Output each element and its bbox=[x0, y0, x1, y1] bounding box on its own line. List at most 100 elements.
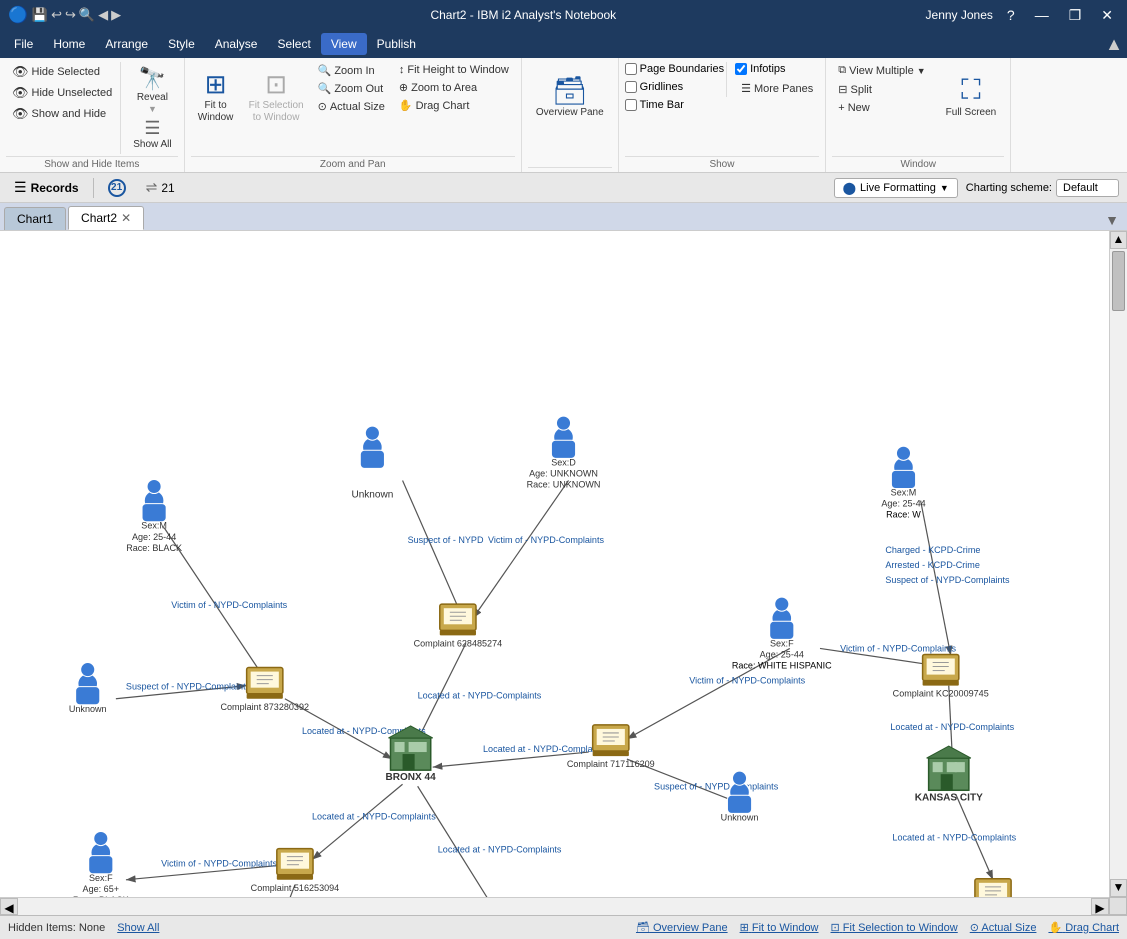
tab-bar: Chart1 Chart2 ✕ ▼ bbox=[0, 203, 1127, 231]
menu-view[interactable]: View bbox=[321, 33, 367, 55]
more-panes-btn[interactable]: ☰ More Panes bbox=[735, 80, 819, 97]
zoom-to-area-btn[interactable]: ⊕ Zoom to Area bbox=[393, 79, 515, 96]
svg-text:Unknown: Unknown bbox=[351, 490, 393, 501]
infotips-check[interactable] bbox=[735, 63, 747, 75]
menu-arrange[interactable]: Arrange bbox=[95, 33, 158, 55]
help-icon[interactable]: ? bbox=[1001, 5, 1021, 25]
menu-select[interactable]: Select bbox=[267, 33, 320, 55]
charting-scheme: Charting scheme: Default bbox=[966, 179, 1119, 197]
restore-btn[interactable]: ❐ bbox=[1063, 5, 1088, 26]
scroll-left-btn[interactable]: ◀ bbox=[0, 898, 18, 915]
actual-size-btn[interactable]: ⊙ Actual Size bbox=[312, 98, 391, 115]
full-screen-btn[interactable]: ⛶ Full Screen bbox=[938, 62, 1005, 130]
fit-height-btn[interactable]: ↕ Fit Height to Window bbox=[393, 62, 515, 78]
menu-analyse[interactable]: Analyse bbox=[205, 33, 268, 55]
ribbon-group-zoom-pan: ⊞ Fit toWindow ⊡ Fit Selectionto Window … bbox=[185, 58, 522, 172]
node-c5[interactable]: Complaint 516253094 bbox=[251, 849, 340, 893]
edge-label-p2-c1: Victim of - NYPD-Complaints bbox=[488, 535, 604, 545]
node-p7[interactable]: Unknown bbox=[721, 771, 759, 822]
node-l2[interactable]: KANSAS CITY bbox=[915, 746, 983, 803]
time-bar-check[interactable] bbox=[625, 99, 637, 111]
reveal-btn[interactable]: 🔭 Reveal ▼ bbox=[130, 62, 174, 118]
redo-icon[interactable]: ↪ bbox=[65, 7, 76, 23]
show-all-link[interactable]: Show All bbox=[117, 922, 159, 934]
reveal-icon: 🔭 bbox=[139, 66, 166, 92]
undo-icon[interactable]: ↩ bbox=[51, 7, 62, 23]
search-icon[interactable]: 🔍 bbox=[79, 7, 95, 23]
svg-text:Unknown: Unknown bbox=[69, 704, 107, 714]
menu-style[interactable]: Style bbox=[158, 33, 205, 55]
view-multiple-btn[interactable]: ⧉ View Multiple ▼ bbox=[832, 62, 931, 79]
back-icon[interactable]: ◀ bbox=[98, 7, 108, 23]
edge-label-l2-c7: Located at - NYPD-Complaints bbox=[892, 833, 1016, 843]
zoom-out-btn[interactable]: 🔍 Zoom Out bbox=[312, 80, 391, 97]
toolbar-right: ⬤ Live Formatting ▼ Charting scheme: Def… bbox=[834, 178, 1119, 198]
node-p4[interactable]: Sex:M Age: 25-44 Race: W bbox=[881, 446, 925, 519]
node-p5[interactable]: Unknown bbox=[69, 663, 107, 714]
gridlines-check[interactable] bbox=[625, 81, 637, 93]
statusbar-actual-size[interactable]: ⊙ Actual Size bbox=[970, 921, 1037, 934]
chart-scroll-vertical: ▲ ▼ bbox=[1109, 231, 1127, 897]
statusbar-drag-icon: ✋ bbox=[1048, 922, 1062, 934]
statusbar: Hidden Items: None Show All 🗃 Overview P… bbox=[0, 915, 1127, 939]
page-boundaries-check[interactable] bbox=[625, 63, 637, 75]
overview-pane-btn[interactable]: 🗃 Overview Pane bbox=[528, 62, 612, 130]
ribbon-collapse-btn[interactable]: ▲ bbox=[1105, 34, 1123, 55]
node-c1[interactable]: Complaint 628485274 bbox=[414, 604, 503, 648]
statusbar-drag-chart[interactable]: ✋ Drag Chart bbox=[1048, 921, 1119, 934]
fit-selection-btn[interactable]: ⊡ Fit Selectionto Window bbox=[243, 62, 310, 130]
tab-chart2-close[interactable]: ✕ bbox=[121, 211, 131, 225]
statusbar-overview-pane[interactable]: 🗃 Overview Pane bbox=[636, 921, 728, 934]
infotips-row: Infotips bbox=[735, 62, 819, 76]
show-and-hide-btn[interactable]: 👁 Show and Hide bbox=[6, 104, 118, 124]
menu-file[interactable]: File bbox=[4, 33, 43, 55]
zoom-in-btn[interactable]: 🔍 Zoom In bbox=[312, 62, 391, 79]
tab-chart1-label: Chart1 bbox=[17, 212, 53, 226]
statusbar-fit-window[interactable]: ⊞ Fit to Window bbox=[740, 921, 819, 934]
node-p2[interactable]: Sex:D Age: UNKNOWN Race: UNKNOWN bbox=[527, 416, 601, 489]
node-p6[interactable]: Sex:F Age: 25-44 Race: WHITE HISPANIC bbox=[732, 597, 832, 670]
toolbar-row: ☰ Records 21 ⇌ 21 ⬤ Live Formatting ▼ Ch… bbox=[0, 173, 1127, 203]
fit-to-window-btn[interactable]: ⊞ Fit toWindow bbox=[191, 62, 241, 130]
scroll-thumb-v[interactable] bbox=[1112, 251, 1125, 311]
hide-selected-btn[interactable]: 👁 Hide Selected bbox=[6, 62, 118, 82]
svg-text:Complaint 628485274: Complaint 628485274 bbox=[414, 638, 503, 648]
edge-label-c1-l1: Located at - NYPD-Complaints bbox=[418, 691, 542, 701]
scroll-right-btn[interactable]: ▶ bbox=[1091, 898, 1109, 915]
scroll-up-btn[interactable]: ▲ bbox=[1110, 231, 1127, 249]
svg-text:Race: WHITE HISPANIC: Race: WHITE HISPANIC bbox=[732, 661, 832, 671]
menu-publish[interactable]: Publish bbox=[367, 33, 426, 55]
save-icon[interactable]: 💾 bbox=[32, 7, 48, 23]
menu-home[interactable]: Home bbox=[43, 33, 95, 55]
scheme-select[interactable]: Default bbox=[1056, 179, 1119, 197]
node-p8[interactable]: Sex:F Age: 65+ Race: BLACK bbox=[73, 832, 129, 905]
edge-label-p4-c4a: Charged - KCPD-Crime bbox=[885, 545, 980, 555]
split-icon: ⊟ bbox=[838, 83, 847, 96]
statusbar-overview-icon: 🗃 bbox=[636, 922, 650, 934]
ribbon-group-overview: 🗃 Overview Pane bbox=[522, 58, 619, 172]
live-formatting-btn[interactable]: ⬤ Live Formatting ▼ bbox=[834, 178, 958, 198]
tab-chart2[interactable]: Chart2 ✕ bbox=[68, 206, 144, 230]
tab-scroll-btn[interactable]: ▼ bbox=[1101, 210, 1123, 230]
svg-text:Sex:F: Sex:F bbox=[89, 873, 113, 883]
new-window-btn[interactable]: + New bbox=[832, 100, 931, 116]
tab-chart1[interactable]: Chart1 bbox=[4, 207, 66, 230]
hide-unselected-btn[interactable]: 👁 Hide Unselected bbox=[6, 83, 118, 103]
ribbon-group-window: ⧉ View Multiple ▼ ⊟ Split + New ⛶ Full S… bbox=[826, 58, 1011, 172]
close-btn[interactable]: ✕ bbox=[1095, 5, 1119, 26]
minimize-btn[interactable]: — bbox=[1029, 5, 1055, 25]
split-btn[interactable]: ⊟ Split bbox=[832, 81, 931, 98]
svg-text:Complaint 873280392: Complaint 873280392 bbox=[220, 702, 309, 712]
scroll-corner bbox=[1109, 897, 1127, 915]
svg-text:Sex:M: Sex:M bbox=[891, 488, 917, 498]
statusbar-fit-selection[interactable]: ⊡ Fit Selection to Window bbox=[831, 921, 958, 934]
scroll-down-btn[interactable]: ▼ bbox=[1110, 879, 1127, 897]
fwd-icon[interactable]: ▶ bbox=[111, 7, 121, 23]
svg-text:Age: 25-44: Age: 25-44 bbox=[132, 532, 176, 542]
node-p1[interactable]: Unknown bbox=[350, 426, 394, 500]
drag-chart-btn[interactable]: ✋ Drag Chart bbox=[393, 97, 515, 114]
svg-text:Sex:M: Sex:M bbox=[141, 521, 167, 531]
records-btn[interactable]: ☰ Records bbox=[8, 177, 85, 198]
show-all-btn[interactable]: ☰ Show All bbox=[127, 118, 177, 154]
chart-area: Victim of - NYPD-Complaints Suspect of -… bbox=[0, 231, 1127, 915]
